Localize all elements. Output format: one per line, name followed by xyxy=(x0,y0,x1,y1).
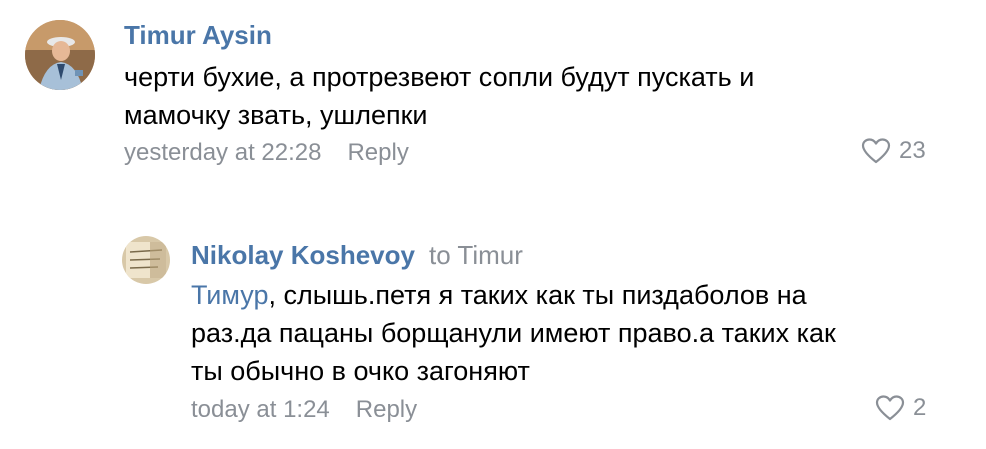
avatar-nikolay[interactable] xyxy=(122,236,170,284)
comment-text-line: мамочку звать, ушлепки xyxy=(124,100,428,130)
comment-text-fragment: , слышь.петя я таких как ты пиздаболов н… xyxy=(268,280,807,310)
comment-text: черти бухие, а протрезвеют сопли будут п… xyxy=(124,58,944,134)
comment-author: Nikolay Koshevoy to Timur xyxy=(191,240,523,271)
like-count: 2 xyxy=(913,394,927,421)
comment-timestamp: today at 1:24 xyxy=(191,396,330,423)
author-name[interactable]: Nikolay Koshevoy xyxy=(191,240,415,270)
mention-link[interactable]: Тимур xyxy=(191,280,268,310)
like-button[interactable]: 2 xyxy=(875,394,926,422)
reply-button[interactable]: Reply xyxy=(347,139,408,166)
like-count: 23 xyxy=(899,137,926,164)
heart-icon xyxy=(875,395,905,421)
comment-text-line: черти бухие, а протрезвеют сопли будут п… xyxy=(124,62,755,92)
comment-timestamp: yesterday at 22:28 xyxy=(124,139,322,166)
avatar-timur[interactable] xyxy=(25,20,95,90)
reply-button[interactable]: Reply xyxy=(356,396,417,423)
comment-meta: yesterday at 22:28 Reply xyxy=(124,139,409,167)
comment-author[interactable]: Timur Aysin xyxy=(124,20,272,51)
comment-text-line: раз.да пацаны борщанули имеют право.а та… xyxy=(191,318,836,348)
comment-text: Тимур, слышь.петя я таких как ты пиздабо… xyxy=(191,276,951,390)
comment-text-line: ты обычно в очко загоняют xyxy=(191,356,530,386)
like-button[interactable]: 23 xyxy=(861,137,926,165)
comment-text-line: Тимур, слышь.петя я таких как ты пиздабо… xyxy=(191,276,951,314)
reply-to-link[interactable]: to Timur xyxy=(429,240,523,270)
comment-meta: today at 1:24 Reply xyxy=(191,396,417,424)
heart-icon xyxy=(861,138,891,164)
